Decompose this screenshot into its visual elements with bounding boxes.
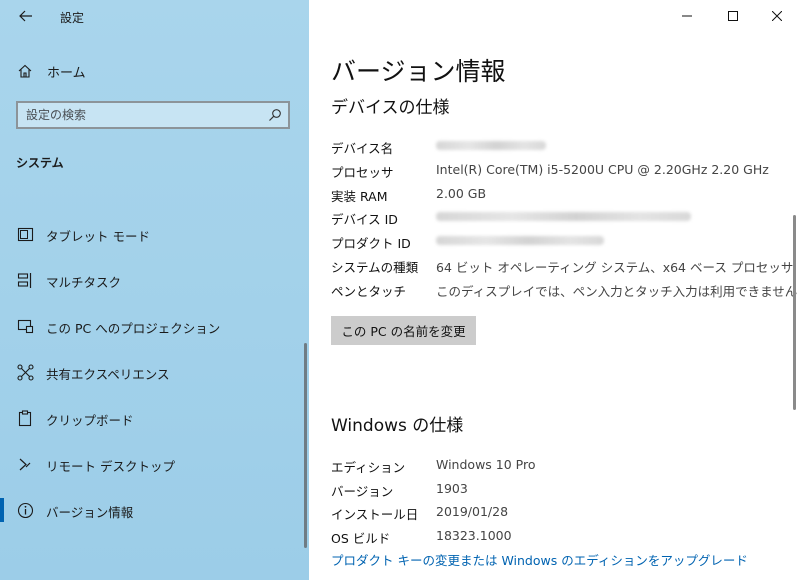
row-value: 18323.1000 xyxy=(436,528,512,543)
settings-window: 設定 ホーム システム タブレット モード xyxy=(0,0,800,580)
device-name-row: デバイス名 xyxy=(331,138,791,160)
projection-icon xyxy=(17,319,34,334)
sidebar-item-label: クリップボード xyxy=(46,413,134,428)
sidebar-item-remote-desktop[interactable]: リモート デスクトップ xyxy=(0,449,300,479)
device-id-row: デバイス ID xyxy=(331,209,791,231)
sidebar-item-label: バージョン情報 xyxy=(46,505,134,520)
shared-experience-icon xyxy=(17,364,34,381)
search-box[interactable] xyxy=(16,101,290,129)
sidebar-item-label: リモート デスクトップ xyxy=(46,459,175,474)
row-value: 1903 xyxy=(436,481,468,496)
os-build-row: OS ビルド 18323.1000 xyxy=(331,528,791,550)
clipboard-icon xyxy=(18,410,32,427)
row-key: デバイス ID xyxy=(331,212,398,227)
row-key: バージョン xyxy=(331,484,394,499)
search-input[interactable] xyxy=(26,106,256,124)
ram-row: 実装 RAM 2.00 GB xyxy=(331,186,791,208)
edition-row: エディション Windows 10 Pro xyxy=(331,457,791,479)
system-type-row: システムの種類 64 ビット オペレーティング システム、x64 ベース プロセ… xyxy=(331,257,794,279)
pen-touch-row: ペンとタッチ このディスプレイでは、ペン入力とタッチ入力は利用できません xyxy=(331,281,797,303)
sidebar-item-multitask[interactable]: マルチタスク xyxy=(0,265,300,295)
sidebar-item-label: マルチタスク xyxy=(46,275,122,290)
windows-spec-heading: Windows の仕様 xyxy=(331,416,464,436)
sidebar-item-about[interactable]: バージョン情報 xyxy=(0,495,300,525)
device-id-value-redacted xyxy=(436,209,691,224)
remote-desktop-icon xyxy=(19,458,31,471)
row-key: システムの種類 xyxy=(331,260,419,275)
multitask-icon xyxy=(17,273,32,288)
sidebar-item-label: 共有エクスペリエンス xyxy=(46,367,170,382)
row-key: ペンとタッチ xyxy=(331,284,407,299)
sidebar-item-tablet-mode[interactable]: タブレット モード xyxy=(0,219,300,249)
row-value: 2.00 GB xyxy=(436,186,487,201)
device-spec-heading: デバイスの仕様 xyxy=(331,98,450,118)
back-button[interactable] xyxy=(14,6,38,26)
home-icon xyxy=(18,64,32,78)
row-key: プロセッサ xyxy=(331,165,394,180)
row-value: 64 ビット オペレーティング システム、x64 ベース プロセッサ xyxy=(436,260,794,275)
row-value: このディスプレイでは、ペン入力とタッチ入力は利用できません xyxy=(436,284,798,299)
version-row: バージョン 1903 xyxy=(331,481,791,503)
sidebar: 設定 ホーム システム タブレット モード xyxy=(0,0,310,580)
row-value: 2019/01/28 xyxy=(436,504,509,519)
product-id-row: プロダクト ID xyxy=(331,233,791,255)
product-id-value-redacted xyxy=(436,233,604,248)
sidebar-item-shared-experience[interactable]: 共有エクスペリエンス xyxy=(0,357,300,387)
search-icon[interactable] xyxy=(268,108,282,122)
sidebar-item-label: この PC へのプロジェクション xyxy=(46,321,221,336)
info-icon xyxy=(17,502,34,519)
sidebar-item-label: タブレット モード xyxy=(46,229,150,244)
page-title: バージョン情報 xyxy=(331,57,506,86)
row-key: インストール日 xyxy=(331,507,419,522)
sidebar-scrollbar[interactable] xyxy=(304,343,307,548)
row-key: 実装 RAM xyxy=(331,189,388,204)
row-key: プロダクト ID xyxy=(331,236,411,251)
device-name-value-redacted xyxy=(436,138,546,153)
upgrade-edition-link[interactable]: プロダクト キーの変更または Windows のエディションをアップグレード xyxy=(331,550,748,569)
install-date-row: インストール日 2019/01/28 xyxy=(331,504,791,526)
processor-row: プロセッサ Intel(R) Core(TM) i5-5200U CPU @ 2… xyxy=(331,162,791,184)
sidebar-item-projection[interactable]: この PC へのプロジェクション xyxy=(0,311,300,341)
rename-pc-button[interactable]: この PC の名前を変更 xyxy=(331,316,476,345)
row-key: OS ビルド xyxy=(331,531,391,546)
tablet-icon xyxy=(17,227,34,242)
app-title: 設定 xyxy=(60,11,85,25)
sidebar-item-clipboard[interactable]: クリップボード xyxy=(0,403,300,433)
back-arrow-icon xyxy=(19,10,32,22)
main-scrollbar[interactable] xyxy=(793,215,796,410)
home-label: ホーム xyxy=(47,66,86,81)
row-value: Windows 10 Pro xyxy=(436,457,536,472)
row-key: デバイス名 xyxy=(331,141,394,156)
main-content: バージョン情報 デバイスの仕様 デバイス名 プロセッサ Intel(R) Cor… xyxy=(310,0,800,580)
section-title: システム xyxy=(16,156,64,170)
sidebar-item-home[interactable]: ホーム xyxy=(0,58,309,84)
row-value: Intel(R) Core(TM) i5-5200U CPU @ 2.20GHz… xyxy=(436,162,769,177)
row-key: エディション xyxy=(331,460,406,475)
